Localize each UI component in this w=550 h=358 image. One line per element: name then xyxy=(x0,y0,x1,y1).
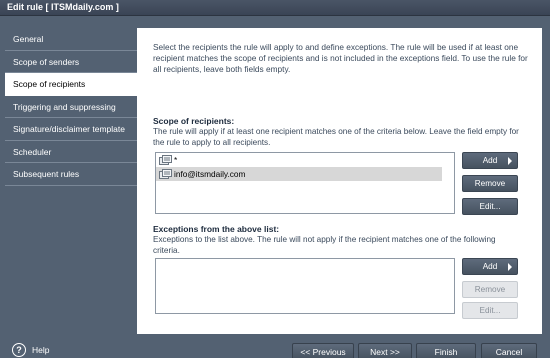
window-title: Edit rule [ ITSMdaily.com ] xyxy=(7,2,119,12)
arrow-right-icon xyxy=(508,263,512,271)
dialog-body: General Scope of senders Scope of recipi… xyxy=(0,16,550,358)
sidebar-item-general[interactable]: General xyxy=(5,28,137,51)
help-icon: ? xyxy=(12,343,26,357)
sidebar-item-signature-template[interactable]: Signature/disclaimer template xyxy=(5,118,137,141)
recipients-remove-button[interactable]: Remove xyxy=(462,175,518,192)
exceptions-section-desc: Exceptions to the list above. The rule w… xyxy=(153,235,496,255)
sidebar-item-scheduler[interactable]: Scheduler xyxy=(5,141,137,163)
help-label: Help xyxy=(32,345,50,355)
arrow-right-icon xyxy=(508,157,512,165)
previous-button[interactable]: << Previous xyxy=(292,343,354,358)
list-item[interactable]: * xyxy=(156,153,454,167)
list-item-label: * xyxy=(174,155,178,165)
content-panel: Select the recipients the rule will appl… xyxy=(137,28,542,334)
sidebar-item-subsequent-rules[interactable]: Subsequent rules xyxy=(5,163,137,186)
intro-text: Select the recipients the rule will appl… xyxy=(153,42,528,74)
recipients-section-desc: The rule will apply if at least one reci… xyxy=(153,127,519,147)
title-bar: Edit rule [ ITSMdaily.com ] xyxy=(0,0,550,16)
finish-button[interactable]: Finish xyxy=(416,343,476,358)
sidebar-item-triggering[interactable]: Triggering and suppressing xyxy=(5,96,137,118)
exceptions-edit-button[interactable]: Edit... xyxy=(462,302,518,319)
recipients-add-button[interactable]: Add xyxy=(462,152,518,169)
add-button-label: Add xyxy=(482,262,498,271)
recipient-icon xyxy=(159,168,172,180)
sidebar-item-scope-of-recipients[interactable]: Scope of recipients xyxy=(5,73,139,96)
exceptions-section-title: Exceptions from the above list: xyxy=(153,224,280,234)
sidebar: General Scope of senders Scope of recipi… xyxy=(5,28,139,186)
add-button-label: Add xyxy=(482,156,498,165)
recipients-section-title: Scope of recipients: xyxy=(153,116,235,126)
recipients-edit-button[interactable]: Edit... xyxy=(462,198,518,215)
help-link[interactable]: ? Help xyxy=(12,343,49,357)
list-item[interactable]: info@itsmdaily.com xyxy=(156,167,442,181)
next-button[interactable]: Next >> xyxy=(358,343,412,358)
sidebar-item-scope-of-senders[interactable]: Scope of senders xyxy=(5,51,137,73)
cancel-button[interactable]: Cancel xyxy=(481,343,537,358)
list-item-label: info@itsmdaily.com xyxy=(174,169,246,179)
exceptions-add-button[interactable]: Add xyxy=(462,258,518,275)
exceptions-list[interactable] xyxy=(155,258,455,314)
recipient-icon xyxy=(159,154,172,166)
recipients-list[interactable]: * info@itsmdaily.com xyxy=(155,152,455,214)
exceptions-remove-button[interactable]: Remove xyxy=(462,281,518,298)
